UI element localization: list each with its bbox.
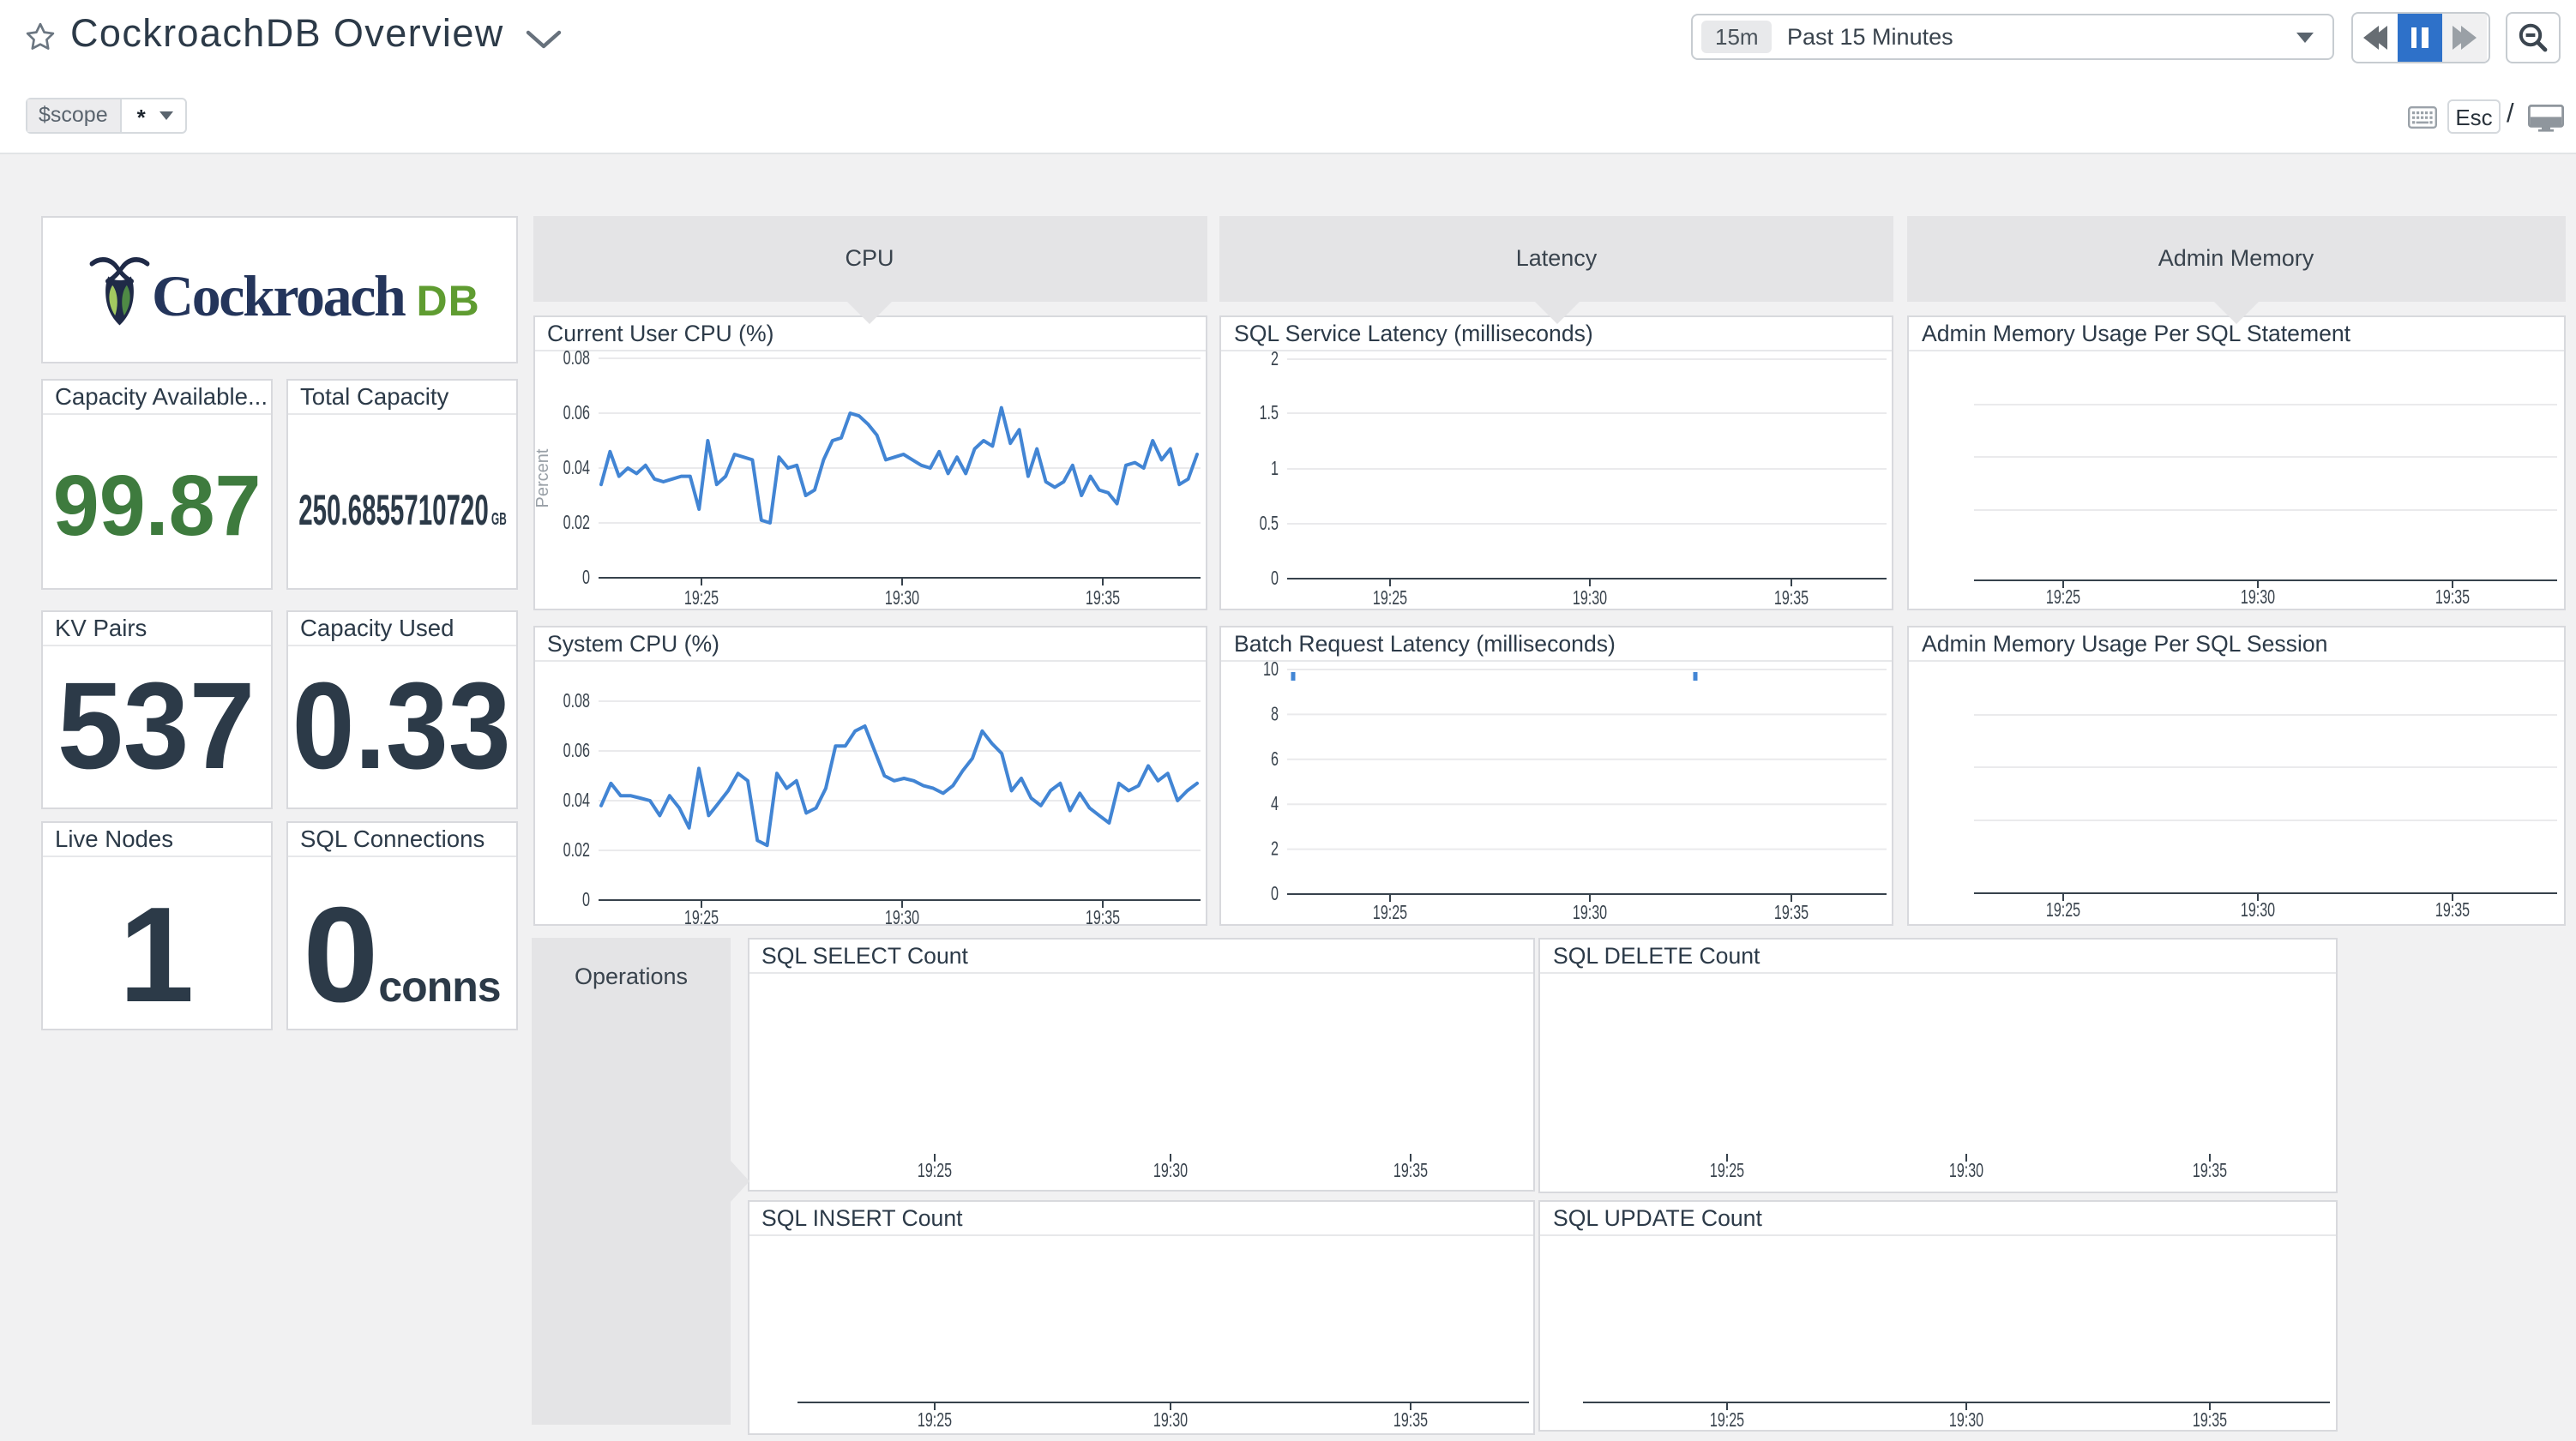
svg-text:19:30: 19:30	[1949, 1408, 1983, 1430]
svg-text:0: 0	[1271, 566, 1279, 588]
svg-text:2: 2	[1271, 837, 1279, 859]
svg-text:19:25: 19:25	[683, 585, 718, 608]
svg-text:19:25: 19:25	[1710, 1159, 1744, 1181]
svg-text:19:30: 19:30	[1573, 585, 1607, 608]
svg-text:4: 4	[1271, 791, 1279, 814]
svg-text:19:35: 19:35	[2435, 898, 2470, 920]
svg-text:19:35: 19:35	[1774, 585, 1809, 608]
svg-text:19:30: 19:30	[1153, 1158, 1187, 1180]
svg-text:19:35: 19:35	[1085, 905, 1119, 928]
svg-text:19:30: 19:30	[2241, 585, 2275, 607]
svg-text:0.08: 0.08	[563, 345, 589, 368]
svg-text:19:25: 19:25	[2046, 898, 2080, 920]
svg-text:19:25: 19:25	[1373, 900, 1407, 922]
svg-text:19:35: 19:35	[1774, 900, 1809, 922]
svg-text:19:30: 19:30	[1153, 1408, 1187, 1430]
svg-text:19:25: 19:25	[1710, 1408, 1744, 1430]
svg-text:0: 0	[1271, 881, 1279, 904]
svg-text:19:25: 19:25	[1373, 585, 1407, 608]
svg-text:19:30: 19:30	[2241, 898, 2275, 920]
svg-text:0: 0	[581, 565, 589, 587]
svg-text:0.08: 0.08	[563, 688, 589, 711]
svg-text:19:35: 19:35	[1393, 1408, 1427, 1430]
svg-text:0.02: 0.02	[563, 838, 589, 860]
svg-text:0.06: 0.06	[563, 738, 589, 760]
svg-text:19:30: 19:30	[884, 905, 918, 928]
svg-text:0.04: 0.04	[563, 788, 590, 810]
svg-text:19:30: 19:30	[1573, 900, 1607, 922]
svg-text:19:25: 19:25	[683, 905, 718, 928]
svg-text:19:30: 19:30	[1949, 1159, 1983, 1181]
svg-text:1: 1	[1271, 456, 1279, 478]
svg-text:0.04: 0.04	[563, 455, 590, 477]
svg-text:0.06: 0.06	[563, 400, 589, 423]
svg-text:8: 8	[1271, 701, 1279, 724]
svg-text:0.5: 0.5	[1260, 511, 1279, 533]
svg-text:19:25: 19:25	[2046, 585, 2080, 607]
svg-text:Percent: Percent	[533, 447, 551, 507]
svg-text:19:30: 19:30	[884, 585, 918, 608]
svg-text:19:35: 19:35	[1393, 1158, 1427, 1180]
svg-text:19:35: 19:35	[2193, 1408, 2227, 1430]
svg-text:0: 0	[581, 887, 589, 910]
svg-text:10: 10	[1263, 657, 1279, 679]
svg-text:6: 6	[1271, 747, 1279, 769]
svg-text:19:25: 19:25	[917, 1408, 951, 1430]
svg-text:2: 2	[1271, 346, 1279, 369]
svg-text:19:35: 19:35	[1085, 585, 1119, 608]
svg-text:19:35: 19:35	[2435, 585, 2470, 607]
svg-text:0.02: 0.02	[563, 510, 589, 532]
svg-text:19:25: 19:25	[917, 1158, 951, 1180]
svg-text:1.5: 1.5	[1260, 400, 1279, 423]
svg-text:19:35: 19:35	[2193, 1159, 2227, 1181]
